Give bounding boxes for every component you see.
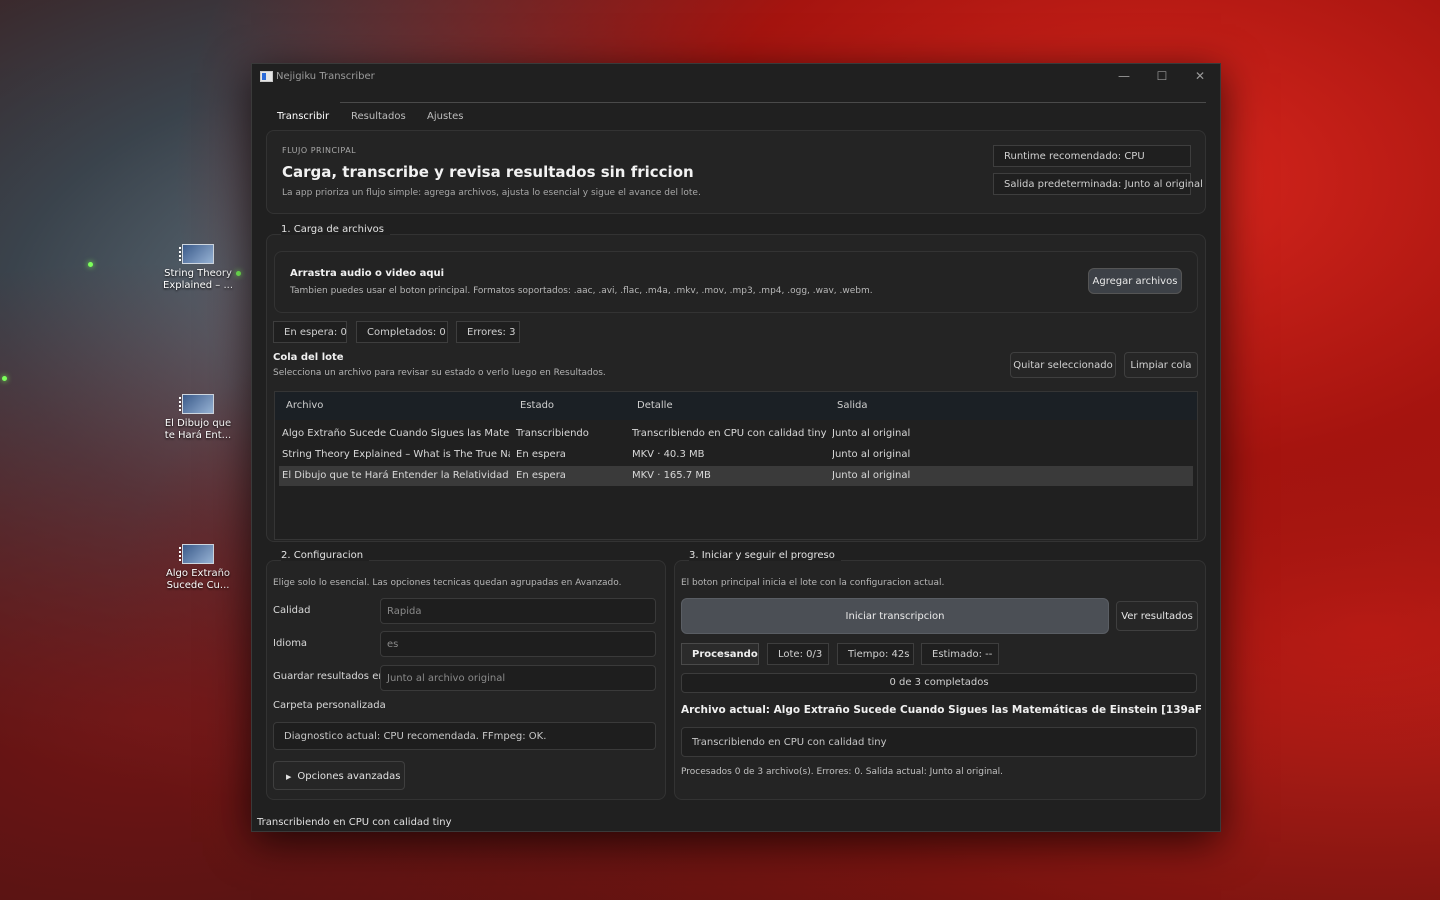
desktop-icon-label: El Dibujo que [164, 418, 232, 429]
start-transcription-button[interactable]: Iniciar transcripcion [681, 598, 1109, 634]
column-header[interactable]: Archivo [286, 392, 323, 420]
detail-cell: MKV · 40.3 MB [632, 449, 705, 460]
file-cell: Algo Extraño Sucede Cuando Sigues las Ma… [282, 428, 510, 439]
current-detail-box: Transcribiendo en CPU con calidad tiny [681, 727, 1197, 757]
video-file-icon [179, 244, 214, 264]
completed-counter: Completados: 0 [356, 321, 448, 343]
time-badge: Tiempo: 42s [837, 643, 914, 665]
minimize-button[interactable]: — [1114, 68, 1134, 84]
detail-cell: Transcribiendo en CPU con calidad tiny [632, 428, 827, 439]
table-row[interactable]: String Theory Explained – What is The Tr… [279, 445, 1193, 465]
status-cell: Transcribiendo [516, 428, 589, 439]
progress-summary: Procesados 0 de 3 archivo(s). Errores: 0… [681, 767, 1004, 777]
language-field[interactable]: es [380, 631, 656, 657]
table-row[interactable]: El Dibujo que te Hará Entender la Relati… [279, 466, 1193, 486]
desktop-icon-label: Algo Extraño [165, 568, 231, 579]
estimated-badge: Estimado: -- [921, 643, 999, 665]
clear-queue-button[interactable]: Limpiar cola [1124, 352, 1198, 378]
quality-select[interactable]: Rapida [380, 598, 656, 624]
glow-dot [236, 271, 241, 276]
add-files-button[interactable]: Agregar archivos [1088, 268, 1182, 294]
custom-folder-label: Carpeta personalizada [273, 700, 386, 711]
app-window: Nejigiku Transcriber — ☐ ✕ Transcribir R… [251, 63, 1221, 832]
runtime-badge: Runtime recomendado: CPU [993, 145, 1191, 167]
batch-badge: Lote: 0/3 [767, 643, 829, 665]
output-cell: Junto al original [832, 470, 911, 481]
remove-selected-button[interactable]: Quitar seleccionado [1010, 352, 1116, 378]
language-label: Idioma [273, 638, 308, 649]
queue-table: Archivo Estado Detalle Salida Algo Extra… [274, 391, 1198, 540]
waiting-counter: En espera: 0 [273, 321, 347, 343]
glow-dot [2, 376, 7, 381]
config-section-label: 2. Configuracion [281, 550, 370, 561]
drop-hint: Tambien puedes usar el boton principal. … [290, 286, 873, 296]
status-bar-text: Transcribiendo en CPU con calidad tiny [257, 817, 452, 828]
progress-bar-label: 0 de 3 completados [889, 677, 989, 688]
desktop-icon-algo-extrano[interactable]: Algo Extraño Sucede Cu... [160, 544, 236, 592]
desktop-icon-label: Explained – ... [163, 280, 233, 291]
tab-resultados[interactable]: Resultados [351, 111, 406, 122]
advanced-options-label: Opciones avanzadas [297, 771, 401, 782]
current-file: Archivo actual: Algo Extraño Sucede Cuan… [681, 704, 1201, 716]
tab-underline [340, 102, 1206, 103]
desktop-icon-label: Sucede Cu... [166, 580, 230, 591]
maximize-button[interactable]: ☐ [1152, 68, 1172, 84]
save-location-select[interactable]: Junto al archivo original [380, 665, 656, 691]
detail-cell: MKV · 165.7 MB [632, 470, 711, 481]
hero-card: FLUJO PRINCIPAL Carga, transcribe y revi… [266, 130, 1206, 214]
desktop-icon-string-theory[interactable]: String Theory Explained – ... [160, 244, 236, 292]
window-title: Nejigiku Transcriber [276, 71, 375, 82]
advanced-options-toggle[interactable]: ▶ Opciones avanzadas [273, 761, 405, 790]
column-header[interactable]: Salida [837, 392, 868, 420]
output-default-badge: Salida predeterminada: Junto al original [993, 173, 1203, 195]
video-file-icon [179, 544, 214, 564]
close-button[interactable]: ✕ [1190, 68, 1210, 84]
tab-ajustes[interactable]: Ajustes [427, 111, 463, 122]
file-cell: El Dibujo que te Hará Entender la Relati… [282, 470, 510, 481]
diagnostic-box: Diagnostico actual: CPU recomendada. FFm… [273, 722, 656, 750]
tab-bar: Transcribir Resultados Ajustes [266, 102, 1206, 128]
progress-section-label: 3. Iniciar y seguir el progreso [689, 550, 841, 561]
column-header[interactable]: Detalle [637, 392, 673, 420]
output-cell: Junto al original [832, 449, 911, 460]
progress-hint: El boton principal inicia el lote con la… [681, 578, 945, 588]
quality-label: Calidad [273, 605, 311, 616]
queue-table-header: Archivo Estado Detalle Salida [275, 392, 1197, 420]
desktop-icon-label: String Theory [164, 268, 232, 279]
errors-counter: Errores: 3 [456, 321, 520, 343]
drop-title: Arrastra audio o video aqui [290, 268, 445, 279]
chevron-right-icon: ▶ [286, 773, 292, 781]
hero-title: Carga, transcribe y revisa resultados si… [282, 163, 694, 181]
drop-zone[interactable]: Arrastra audio o video aqui Tambien pued… [274, 251, 1198, 313]
app-icon [260, 71, 273, 82]
save-location-label: Guardar resultados en [273, 671, 385, 682]
status-badge: Procesando [681, 643, 759, 665]
output-cell: Junto al original [832, 428, 911, 439]
queue-subtitle: Selecciona un archivo para revisar su es… [273, 368, 606, 378]
file-cell: String Theory Explained – What is The Tr… [282, 449, 510, 460]
load-section-label: 1. Carga de archivos [281, 224, 390, 235]
config-hint: Elige solo lo esencial. Las opciones tec… [273, 578, 622, 588]
title-bar[interactable]: Nejigiku Transcriber — ☐ ✕ [252, 64, 1220, 90]
status-cell: En espera [516, 470, 566, 481]
queue-title: Cola del lote [273, 352, 344, 363]
view-results-button[interactable]: Ver resultados [1116, 601, 1198, 631]
desktop-icon-label: te Hará Ent... [164, 430, 232, 441]
tab-transcribir[interactable]: Transcribir [277, 111, 329, 122]
hero-subtitle: La app prioriza un flujo simple: agrega … [282, 188, 701, 198]
table-row[interactable]: Algo Extraño Sucede Cuando Sigues las Ma… [279, 424, 1193, 444]
column-header[interactable]: Estado [520, 392, 554, 420]
glow-dot [88, 262, 93, 267]
progress-bar: 0 de 3 completados [681, 673, 1197, 693]
status-cell: En espera [516, 449, 566, 460]
hero-eyebrow: FLUJO PRINCIPAL [282, 146, 357, 155]
desktop-icon-el-dibujo[interactable]: El Dibujo que te Hará Ent... [160, 394, 236, 442]
video-file-icon [179, 394, 214, 414]
